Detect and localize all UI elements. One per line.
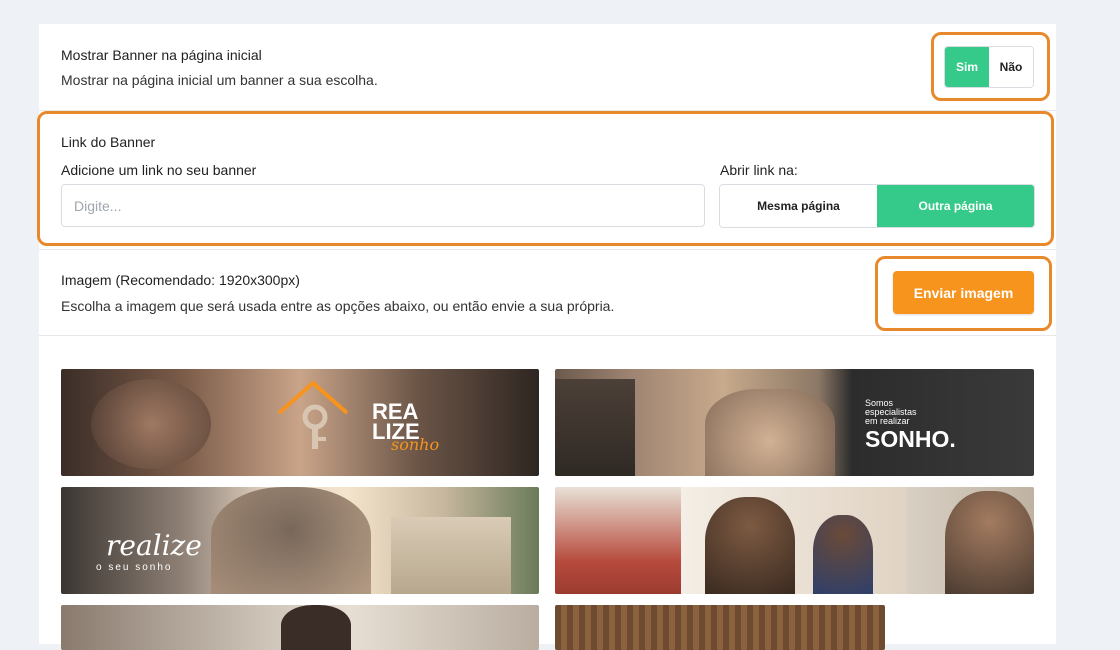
highlight-link-section — [37, 111, 1054, 246]
banner-option-partial-interior[interactable] — [555, 605, 885, 650]
banner-small-text: o seu sonho — [96, 562, 173, 573]
photo-house — [555, 379, 635, 476]
image-section-title: Imagem (Recomendado: 1920x300px) — [61, 272, 300, 288]
banner-option-realize-keys[interactable]: REA LIZE sonho — [61, 369, 539, 476]
banner-script-realize: realize — [106, 529, 202, 562]
banner-option-partial-building[interactable] — [61, 605, 539, 650]
divider — [39, 249, 1056, 250]
banner-text-sonho: sonho — [391, 435, 440, 454]
photo-couple — [211, 487, 371, 594]
banner-option-people-collage[interactable] — [555, 487, 1034, 594]
photo-hand — [91, 379, 211, 469]
banner-toggle-title: Mostrar Banner na página inicial — [61, 47, 262, 63]
highlight-toggle — [931, 32, 1050, 101]
photo-man — [813, 515, 873, 594]
photo-house — [391, 517, 511, 594]
image-section-subtitle: Escolha a imagem que será usada entre as… — [61, 298, 615, 314]
divider — [39, 335, 1056, 336]
photo-man-smiling — [945, 491, 1034, 594]
house-key-icon — [277, 380, 349, 449]
banner-option-couple-house[interactable]: realize o seu sonho — [61, 487, 539, 594]
photo-family — [705, 389, 835, 476]
photo-woman — [705, 497, 795, 594]
photo-living-room — [555, 487, 681, 594]
highlight-upload — [875, 256, 1052, 331]
photo-person — [281, 605, 351, 650]
banner-small-text: em realizar — [865, 416, 910, 426]
banner-toggle-subtitle: Mostrar na página inicial um banner a su… — [61, 72, 378, 88]
banner-option-family-house[interactable]: Somos especialistas em realizar SONHO. — [555, 369, 1034, 476]
banner-big-text: SONHO. — [865, 426, 956, 452]
